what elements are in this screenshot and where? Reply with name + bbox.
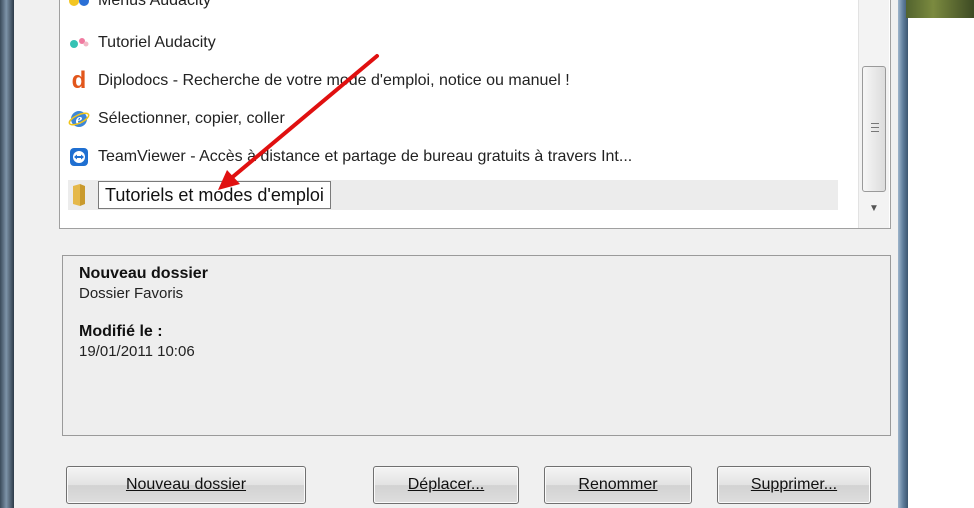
item-type: Dossier Favoris [79,285,184,302]
rename-button[interactable]: Renommer [544,466,692,504]
move-label: Déplacer... [407,476,485,493]
modified-value: 19/01/2011 10:06 [79,343,195,360]
item-name: Nouveau dossier [79,265,208,282]
desktop-background-left [0,0,14,508]
delete-label: Supprimer... [750,476,838,493]
organize-favorites-dialog: Menus Audacity Tutoriel Audacity d Diplo… [14,0,898,508]
properties-panel: Nouveau dossier Dossier Favoris Modifié … [62,255,891,436]
modified-label: Modifié le : [79,323,163,340]
new-folder-button[interactable]: Nouveau dossier [66,466,306,504]
rename-label: Renommer [578,476,658,493]
new-folder-label: Nouveau dossier [125,476,247,493]
move-button[interactable]: Déplacer... [373,466,519,504]
delete-button[interactable]: Supprimer... [717,466,871,504]
desktop-wallpaper-fragment [906,0,974,18]
window-border-right [898,0,908,508]
